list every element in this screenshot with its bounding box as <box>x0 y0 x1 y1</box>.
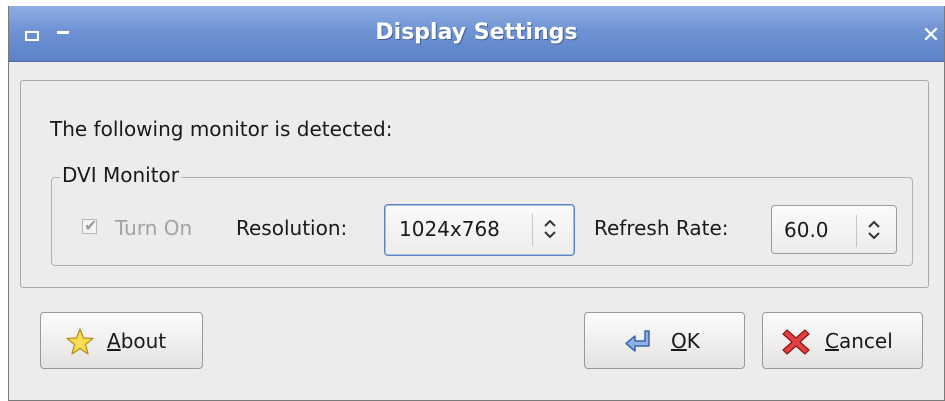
about-button[interactable]: About <box>40 312 203 369</box>
turn-on-label: Turn On <box>115 216 193 240</box>
checkmark-icon: ✔ <box>84 216 98 235</box>
star-icon <box>66 328 94 355</box>
cancel-button[interactable]: Cancel <box>762 312 923 369</box>
resolution-value: 1024x768 <box>399 217 500 241</box>
about-label-rest: bout <box>120 329 167 353</box>
turn-on-checkbox[interactable]: ✔ <box>82 216 98 235</box>
ok-button-label: OK <box>671 329 700 353</box>
cancel-label-rest: ancel <box>838 329 893 353</box>
ok-button[interactable]: OK <box>584 312 745 369</box>
cancel-mnemonic: C <box>825 329 839 353</box>
detected-monitor-label: The following monitor is detected: <box>50 117 393 141</box>
cancel-button-label: Cancel <box>825 329 893 353</box>
refresh-rate-value: 60.0 <box>784 218 829 242</box>
combo-separator <box>532 214 533 246</box>
refresh-rate-label: Refresh Rate: <box>594 216 729 240</box>
resolution-label: Resolution: <box>236 216 348 240</box>
refresh-rate-combo[interactable]: 60.0 <box>771 205 897 254</box>
red-x-icon <box>782 329 810 355</box>
about-mnemonic: A <box>107 329 121 353</box>
window-title: Display Settings <box>375 20 578 45</box>
ok-label-rest: K <box>686 329 700 353</box>
up-down-arrows-icon <box>868 220 880 240</box>
resolution-combo[interactable]: 1024x768 <box>384 204 575 256</box>
title-bar[interactable]: Display Settings ✕ <box>9 6 944 62</box>
close-icon[interactable]: ✕ <box>921 25 941 47</box>
monitor-group-title: DVI Monitor <box>60 163 182 187</box>
ok-mnemonic: O <box>671 329 687 353</box>
enter-arrow-icon <box>625 330 650 352</box>
up-down-arrows-icon <box>544 219 556 239</box>
combo-separator <box>856 215 857 247</box>
about-button-label: About <box>107 329 166 353</box>
